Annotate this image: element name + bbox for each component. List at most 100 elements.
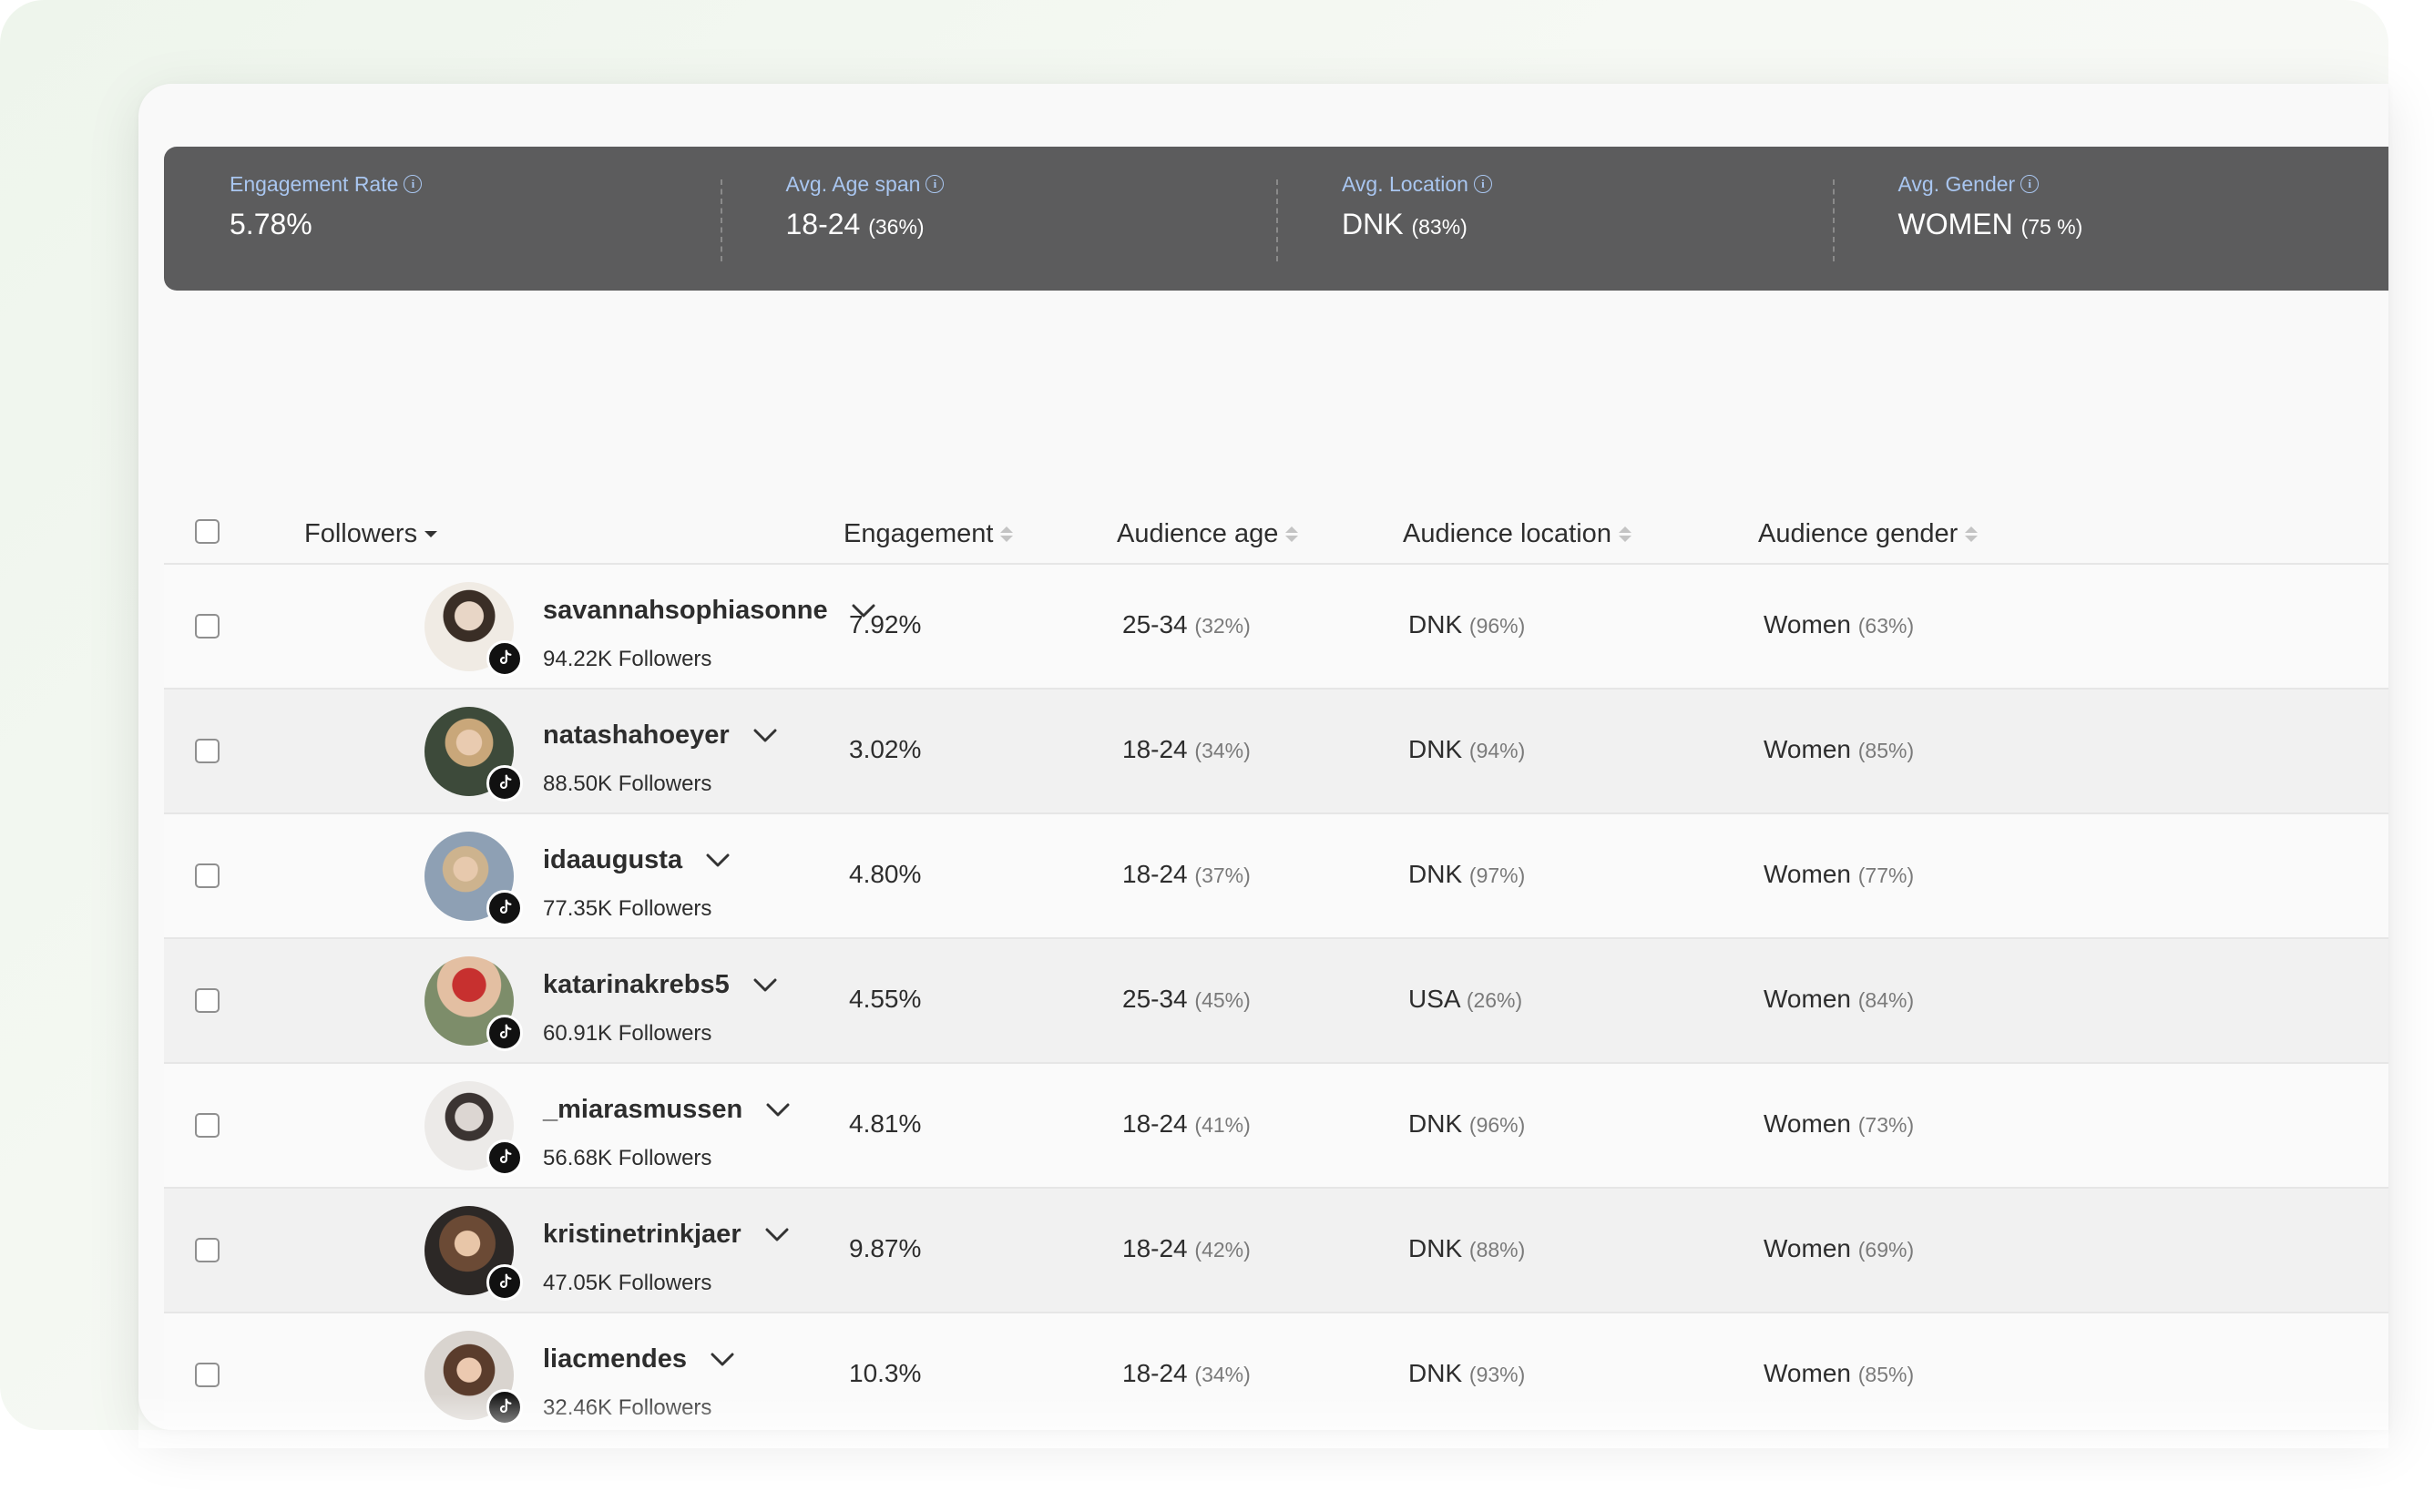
audience-location-cell: DNK (94%): [1408, 735, 1525, 764]
chevron-down-icon[interactable]: [765, 1220, 789, 1250]
audience-location-percentage: (93%): [1468, 1363, 1526, 1386]
audience-age-cell: 25-34 (45%): [1122, 985, 1251, 1014]
influencer-handle[interactable]: idaaugusta: [543, 845, 730, 875]
tiktok-icon: [486, 640, 523, 677]
audience-age-value: 18-24: [1122, 735, 1188, 763]
stat-label: Engagement Rate: [230, 172, 399, 196]
info-circle-icon[interactable]: i: [2020, 175, 2040, 193]
sort-icon[interactable]: [424, 531, 438, 537]
audience-gender-cell: Women (69%): [1764, 1234, 1914, 1263]
stat-percentage: (75 %): [2020, 215, 2083, 239]
row-checkbox[interactable]: [195, 614, 220, 639]
sort-icon[interactable]: [1285, 526, 1299, 542]
avatar[interactable]: [424, 582, 523, 677]
avatar[interactable]: [424, 1081, 523, 1176]
audience-age-cell: 18-24 (37%): [1122, 860, 1251, 889]
influencer-handle[interactable]: kristinetrinkjaer: [543, 1220, 789, 1250]
stat-label: Avg. Location: [1342, 172, 1468, 196]
avatar[interactable]: [424, 832, 523, 926]
avatar[interactable]: [424, 956, 523, 1051]
row-checkbox[interactable]: [195, 988, 220, 1013]
audience-location-cell: DNK (97%): [1408, 860, 1525, 889]
tiktok-icon: [486, 1015, 523, 1051]
stat-percentage: (83%): [1411, 215, 1468, 239]
sort-icon[interactable]: [1965, 526, 1979, 542]
info-circle-icon[interactable]: i: [1473, 175, 1492, 193]
sort-icon[interactable]: [1618, 526, 1631, 542]
avatar[interactable]: [424, 707, 523, 802]
audience-gender-value: Women: [1764, 985, 1851, 1013]
audience-gender-value: Women: [1764, 860, 1851, 888]
stat-gender: Avg. Gender i WOMEN (75 %): [1832, 147, 2389, 291]
follower-count: 88.50K Followers: [543, 771, 712, 796]
table-row[interactable]: idaaugusta 77.35K Followers 4.80% 18-24 …: [164, 814, 2388, 939]
stat-percentage: (36%): [868, 215, 925, 239]
audience-location-cell: DNK (88%): [1408, 1234, 1525, 1263]
tiktok-icon: [486, 1264, 523, 1301]
chevron-down-icon[interactable]: [753, 720, 777, 751]
tiktok-icon: [486, 890, 523, 926]
chevron-down-icon[interactable]: [711, 1344, 734, 1374]
row-checkbox[interactable]: [195, 739, 220, 763]
audience-age-cell: 18-24 (34%): [1122, 1359, 1251, 1388]
avatar[interactable]: [424, 1206, 523, 1301]
audience-age-percentage: (41%): [1194, 1113, 1251, 1137]
table-row[interactable]: savannahsophiasonne 94.22K Followers 7.9…: [164, 565, 2388, 690]
audience-gender-value: Women: [1764, 610, 1851, 639]
influencer-handle[interactable]: katarinakrebs5: [543, 970, 777, 1000]
audience-location-percentage: (96%): [1468, 1113, 1526, 1137]
row-checkbox[interactable]: [195, 1113, 220, 1138]
audience-location-percentage: (26%): [1466, 988, 1523, 1012]
column-header-audience-age[interactable]: Audience age: [1117, 519, 1299, 549]
audience-age-value: 18-24: [1122, 1234, 1188, 1262]
influencer-handle[interactable]: savannahsophiasonne: [543, 596, 875, 626]
row-checkbox[interactable]: [195, 1238, 220, 1262]
column-header-audience-gender[interactable]: Audience gender: [1758, 519, 1979, 549]
tiktok-glyph: [499, 1149, 512, 1164]
stat-label: Avg. Gender: [1897, 172, 2016, 196]
stat-label: Avg. Age span: [785, 172, 921, 196]
table-row[interactable]: katarinakrebs5 60.91K Followers 4.55% 25…: [164, 939, 2388, 1064]
tiktok-glyph: [499, 1273, 512, 1289]
audience-age-value: 18-24: [1122, 1109, 1188, 1138]
engagement-value: 10.3%: [849, 1359, 922, 1387]
tiktok-icon: [486, 765, 523, 802]
influencer-table-card: Engagement Rate i 5.78% Avg. Age span i …: [138, 84, 2388, 1430]
select-all-checkbox[interactable]: [195, 519, 220, 544]
audience-gender-cell: Women (77%): [1764, 860, 1914, 889]
chevron-down-icon[interactable]: [753, 970, 777, 1000]
row-checkbox[interactable]: [195, 1363, 220, 1387]
info-circle-icon[interactable]: i: [926, 175, 945, 193]
avatar[interactable]: [424, 1331, 523, 1425]
follower-count: 77.35K Followers: [543, 896, 712, 921]
audience-age-value: 25-34: [1122, 610, 1188, 639]
sort-icon[interactable]: [1000, 526, 1014, 542]
table-row[interactable]: _miarasmussen 56.68K Followers 4.81% 18-…: [164, 1064, 2388, 1189]
audience-gender-value: Women: [1764, 735, 1851, 763]
table-row[interactable]: liacmendes 32.46K Followers 10.3% 18-24 …: [164, 1313, 2388, 1430]
tiktok-icon: [486, 1139, 523, 1176]
column-header-audience-location[interactable]: Audience location: [1403, 519, 1631, 549]
chevron-down-icon[interactable]: [706, 845, 730, 875]
influencer-handle[interactable]: _miarasmussen: [543, 1095, 790, 1125]
follower-count: 32.46K Followers: [543, 1395, 712, 1420]
chevron-down-icon[interactable]: [766, 1095, 790, 1125]
table-row[interactable]: natashahoeyer 88.50K Followers 3.02% 18-…: [164, 690, 2388, 814]
influencer-table: Followers Engagement Audience age Audien…: [164, 485, 2388, 1430]
stat-engagement-rate: Engagement Rate i 5.78%: [164, 147, 721, 291]
row-checkbox[interactable]: [195, 863, 220, 888]
influencer-handle[interactable]: natashahoeyer: [543, 720, 777, 751]
audience-location-value: DNK: [1408, 860, 1463, 888]
influencer-handle[interactable]: liacmendes: [543, 1344, 734, 1374]
audience-gender-percentage: (85%): [1857, 1363, 1915, 1386]
audience-gender-value: Women: [1764, 1359, 1851, 1387]
audience-gender-cell: Women (63%): [1764, 610, 1914, 639]
tiktok-glyph: [499, 1398, 512, 1414]
table-row[interactable]: kristinetrinkjaer 47.05K Followers 9.87%…: [164, 1189, 2388, 1313]
column-header-engagement[interactable]: Engagement: [844, 519, 1014, 549]
engagement-value: 3.02%: [849, 735, 922, 763]
column-header-followers[interactable]: Followers: [304, 519, 438, 549]
summary-stats-bar: Engagement Rate i 5.78% Avg. Age span i …: [164, 147, 2388, 291]
info-circle-icon[interactable]: i: [404, 175, 423, 193]
audience-gender-percentage: (73%): [1857, 1113, 1915, 1137]
